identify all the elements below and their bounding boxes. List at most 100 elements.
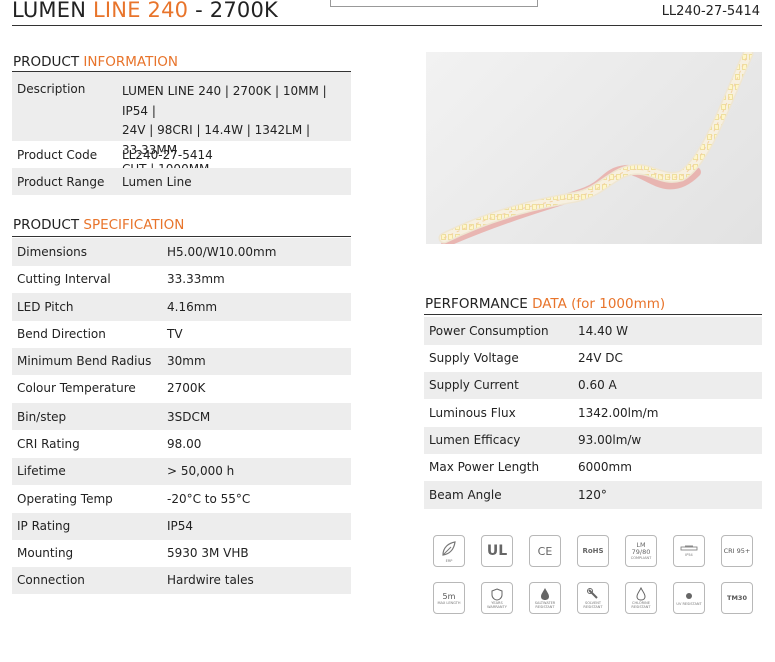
row-value: 0.60 A (578, 378, 617, 392)
product-photo (426, 52, 762, 244)
icon-caption: 5m (442, 591, 456, 601)
table-row: Luminous Flux 1342.00lm/m (424, 399, 762, 427)
table-row: Lumen Efficacy 93.00lm/w (424, 427, 762, 454)
table-row: Cutting Interval 33.33mm (12, 266, 351, 293)
row-label: Cutting Interval (17, 272, 111, 286)
table-row: Operating Temp -20°C to 55°C (12, 485, 351, 513)
row-label: LED Pitch (17, 300, 74, 314)
table-row: Beam Angle 120° (424, 481, 762, 509)
spec-rule (12, 236, 351, 237)
row-value: 5930 3M VHB (167, 546, 249, 560)
row-value: 14.40 W (578, 324, 629, 338)
row-value: 30mm (167, 354, 206, 368)
row-label: Operating Temp (17, 492, 113, 506)
row-value: > 50,000 h (167, 464, 235, 478)
heading-part-product: PRODUCT (13, 54, 84, 70)
table-row: Minimum Bend Radius 30mm (12, 348, 351, 375)
row-value: IP54 (167, 519, 194, 533)
row-value: 4.16mm (167, 300, 218, 314)
uv-icon: UV RESISTANT (673, 582, 705, 614)
row-value: -20°C to 55°C (167, 492, 251, 506)
header-empty-box (330, 0, 538, 7)
row-label: Dimensions (17, 245, 88, 259)
heading-part-data: DATA (for 1000mm) (532, 296, 666, 312)
table-row: Product Code LL240-27-5414 (12, 141, 351, 168)
table-row: Product Range Lumen Line (12, 168, 351, 195)
icon-subcaption: SALTWATER RESISTANT (534, 601, 556, 609)
table-row: Supply Current 0.60 A (424, 372, 762, 399)
page-title: LUMEN LINE 240 - 2700K (12, 0, 278, 22)
icon-caption: IP54 (685, 553, 693, 557)
table-row: Lifetime > 50,000 h (12, 458, 351, 485)
icon-caption: TM30 (727, 594, 747, 602)
row-value: 6000mm (578, 460, 632, 474)
row-value: Hardwire tales (167, 573, 254, 587)
row-label: Luminous Flux (429, 406, 516, 420)
ce-icon: CE (529, 535, 561, 567)
row-label: CRI Rating (17, 437, 80, 451)
row-label: Power Consumption (429, 324, 549, 338)
rohs-icon: RoHS (577, 535, 609, 567)
heading-part-information: INFORMATION (83, 54, 179, 70)
header-divider (12, 25, 762, 26)
row-label: Bin/step (17, 410, 67, 424)
product-specification-heading: PRODUCT SPECIFICATION (13, 217, 184, 233)
heading-part-product: PRODUCT (13, 217, 84, 233)
table-row: IP Rating IP54 (12, 513, 351, 540)
chlorine-drop-icon: CHLORINE RESISTANT (625, 582, 657, 614)
icon-caption: CE (537, 544, 553, 558)
header-product-code: LL240-27-5414 (661, 4, 760, 19)
heading-part-performance: PERFORMANCE (425, 296, 533, 312)
ip54-icon: IP54 (673, 535, 705, 567)
row-label: Mounting (17, 546, 74, 560)
table-row: Mounting 5930 3M VHB (12, 540, 351, 567)
tm30-icon: TM30 (721, 582, 753, 614)
row-value: 24V DC (578, 351, 623, 365)
cri-icon: CRI 95+ (721, 535, 753, 567)
icon-subcaption: MAX LENGTH (437, 600, 461, 605)
row-label: Supply Voltage (429, 351, 519, 365)
solvent-icon: SOLVENT RESISTANT (577, 582, 609, 614)
table-row: LED Pitch 4.16mm (12, 293, 351, 321)
title-lumen: LUMEN (12, 0, 93, 22)
row-value: LL240-27-5414 (122, 148, 213, 162)
row-label: Description (17, 82, 86, 96)
description-line: LUMEN LINE 240 | 2700K | 10MM | IP54 | (122, 84, 327, 118)
table-row: Connection Hardwire tales (12, 567, 351, 594)
icon-subcaption: COMPLIANT (630, 556, 652, 560)
title-line-240: LINE 240 (93, 0, 189, 22)
row-value: 98.00 (167, 437, 202, 451)
icon-caption: CRI 95+ (723, 547, 751, 555)
warranty-shield-icon: YEARS WARRANTY (481, 582, 513, 614)
row-label: Product Code (17, 148, 98, 162)
saltwater-drop-icon: SALTWATER RESISTANT (529, 582, 561, 614)
row-label: Minimum Bend Radius (17, 354, 152, 368)
icon-caption: ERP (445, 559, 453, 563)
icon-subcaption: SOLVENT RESISTANT (583, 601, 603, 609)
performance-data-heading: PERFORMANCE DATA (for 1000mm) (425, 296, 665, 312)
table-row: Dimensions H5.00/W10.00mm (12, 238, 351, 266)
row-label: Colour Temperature (17, 381, 136, 395)
row-value: TV (167, 327, 183, 341)
row-label: IP Rating (17, 519, 71, 533)
table-row: Supply Voltage 24V DC (424, 345, 762, 372)
table-row: Bend Direction TV (12, 321, 351, 348)
row-value: H5.00/W10.00mm (167, 245, 277, 259)
ul-icon: UL (481, 535, 513, 567)
row-value: 120° (578, 488, 607, 502)
row-label: Connection (17, 573, 85, 587)
heading-part-specification: SPECIFICATION (83, 217, 185, 233)
table-row: Power Consumption 14.40 W (424, 317, 762, 345)
row-value: 3SDCM (167, 410, 211, 424)
row-value: Lumen Line (122, 175, 192, 189)
row-label: Bend Direction (17, 327, 106, 341)
row-label: Product Range (17, 175, 105, 189)
icon-subcaption: CHLORINE RESISTANT (631, 601, 651, 609)
row-label: Beam Angle (429, 488, 502, 502)
icon-caption: RoHS (582, 547, 604, 555)
title-cct: - 2700K (188, 0, 278, 22)
row-label: Supply Current (429, 378, 519, 392)
lm80-icon: LM 79/80 COMPLIANT (625, 535, 657, 567)
product-information-table: Description LUMEN LINE 240 | 2700K | 10M… (12, 72, 351, 195)
row-value: 33.33mm (167, 272, 225, 286)
